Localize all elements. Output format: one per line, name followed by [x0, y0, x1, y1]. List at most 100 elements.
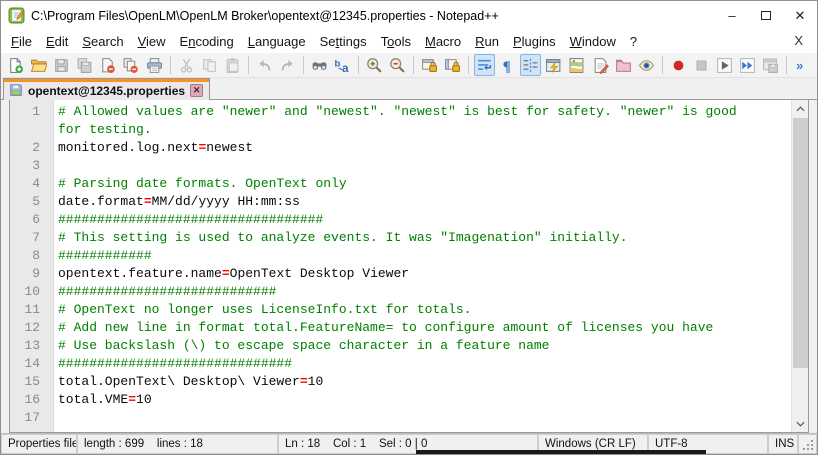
- code-line[interactable]: 3: [10, 157, 791, 175]
- menu-item-edit[interactable]: Edit: [39, 32, 75, 51]
- code-line[interactable]: 16total.VME=10: [10, 391, 791, 409]
- tab-opentext-properties[interactable]: opentext@12345.properties ✕: [3, 78, 210, 100]
- show-all-characters-button[interactable]: ¶: [497, 54, 518, 76]
- menu-item-search[interactable]: Search: [75, 32, 130, 51]
- record-macro-button[interactable]: [668, 54, 689, 76]
- scroll-down-arrow-icon[interactable]: [792, 415, 809, 432]
- code-line[interactable]: 14##############################: [10, 355, 791, 373]
- menu-item-file[interactable]: File: [4, 32, 39, 51]
- document-list-button[interactable]: [590, 54, 611, 76]
- code-line[interactable]: 2monitored.log.next=newest: [10, 139, 791, 157]
- line-number: 1: [10, 103, 47, 121]
- toolbar-separator: [248, 56, 249, 74]
- document-map-icon: [568, 57, 585, 74]
- code-line[interactable]: 7# This setting is used to analyze event…: [10, 229, 791, 247]
- token-comment: ############: [58, 248, 152, 263]
- code-line[interactable]: 12# Add new line in format total.Feature…: [10, 319, 791, 337]
- tab-close-icon[interactable]: ✕: [190, 84, 203, 97]
- code-line[interactable]: 11# OpenText no longer uses LicenseInfo.…: [10, 301, 791, 319]
- code-line[interactable]: 5date.format=MM/dd/yyyy HH:mm:ss: [10, 193, 791, 211]
- code-line[interactable]: 17: [10, 409, 791, 427]
- sync-horizontal-icon: [444, 57, 461, 74]
- menubar-close-button[interactable]: X: [790, 32, 807, 49]
- play-macro-button[interactable]: [714, 54, 735, 76]
- undo-icon: [256, 57, 273, 74]
- indent-guide-button[interactable]: [520, 54, 541, 76]
- svg-text:b: b: [334, 58, 340, 69]
- sync-vertical-button[interactable]: [419, 54, 440, 76]
- code-line[interactable]: 8 ############: [10, 247, 791, 265]
- save-macro-icon: [762, 57, 779, 74]
- code-line[interactable]: 10############################: [10, 283, 791, 301]
- code-line[interactable]: 1# Allowed values are "newer" and "newes…: [10, 103, 791, 121]
- stop-macro-button: [691, 54, 712, 76]
- status-doc-type: Properties file: [1, 434, 77, 454]
- close-window-button[interactable]: ✕: [783, 1, 817, 30]
- code-line[interactable]: 4# Parsing date formats. OpenText only: [10, 175, 791, 193]
- token-value: MM/dd/yyyy HH:mm:ss: [152, 194, 300, 209]
- new-file-button[interactable]: [5, 54, 26, 76]
- replace-button[interactable]: ba: [332, 54, 353, 76]
- menu-item-view[interactable]: View: [131, 32, 173, 51]
- menu-item-tools[interactable]: Tools: [374, 32, 418, 51]
- close-doc-button[interactable]: [97, 54, 118, 76]
- status-insert-mode[interactable]: INS: [768, 434, 798, 454]
- menu-item-help[interactable]: ?: [623, 32, 644, 51]
- folder-as-workspace-button[interactable]: [613, 54, 634, 76]
- document-map-button[interactable]: [566, 54, 587, 76]
- scroll-up-arrow-icon[interactable]: [792, 100, 809, 117]
- code-area[interactable]: 1# Allowed values are "newer" and "newes…: [10, 103, 791, 427]
- paste-icon: [224, 57, 241, 74]
- run-macro-multiple-button[interactable]: [737, 54, 758, 76]
- line-number: 17: [10, 409, 47, 427]
- menu-item-settings[interactable]: Settings: [313, 32, 374, 51]
- title-bar: C:\Program Files\OpenLM\OpenLM Broker\op…: [1, 1, 817, 30]
- code-line[interactable]: 6##################################: [10, 211, 791, 229]
- paste-button: [222, 54, 243, 76]
- menu-item-language[interactable]: Language: [241, 32, 313, 51]
- find-button[interactable]: [309, 54, 330, 76]
- monitoring-icon: [638, 57, 655, 74]
- resize-grip[interactable]: [798, 434, 817, 454]
- menu-item-plugins[interactable]: Plugins: [506, 32, 563, 51]
- scrollbar-thumb[interactable]: [793, 118, 808, 368]
- sync-vertical-icon: [421, 57, 438, 74]
- monitoring-button[interactable]: [636, 54, 657, 76]
- open-button[interactable]: [28, 54, 49, 76]
- code-line[interactable]: 13# Use backslash (\) to escape space ch…: [10, 337, 791, 355]
- token-comment: # Parsing date formats. OpenText only: [58, 176, 347, 191]
- menu-item-encoding[interactable]: Encoding: [173, 32, 241, 51]
- function-list-button[interactable]: [543, 54, 564, 76]
- line-number: 7: [10, 229, 47, 247]
- window-title: C:\Program Files\OpenLM\OpenLM Broker\op…: [31, 9, 715, 23]
- vertical-scrollbar[interactable]: [791, 100, 808, 432]
- toolbar: ba ¶ »: [1, 53, 817, 78]
- cut-icon: [178, 57, 195, 74]
- print-button[interactable]: [143, 54, 164, 76]
- new-file-icon: [7, 57, 24, 74]
- undo-button: [254, 54, 275, 76]
- close-all-button[interactable]: [120, 54, 141, 76]
- menu-item-run[interactable]: Run: [468, 32, 506, 51]
- menu-item-macro[interactable]: Macro: [418, 32, 468, 51]
- line-number: 8: [10, 247, 47, 265]
- zoom-out-button[interactable]: [387, 54, 408, 76]
- word-wrap-button[interactable]: [474, 54, 495, 76]
- token-value: OpenText Desktop Viewer: [230, 266, 409, 281]
- code-line[interactable]: 9opentext.feature.name=OpenText Desktop …: [10, 265, 791, 283]
- find-icon: [311, 57, 328, 74]
- menu-item-window[interactable]: Window: [563, 32, 623, 51]
- zoom-in-button[interactable]: [364, 54, 385, 76]
- svg-text:»: »: [796, 57, 803, 72]
- zoom-out-icon: [389, 57, 406, 74]
- sync-horizontal-button[interactable]: [442, 54, 463, 76]
- save-all-button: [74, 54, 95, 76]
- minimize-button[interactable]: –: [715, 1, 749, 30]
- tab-bar: opentext@12345.properties ✕: [1, 78, 817, 100]
- function-list-icon: [545, 57, 562, 74]
- token-key: date.format: [58, 194, 144, 209]
- code-line[interactable]: 15total.OpenText\ Desktop\ Viewer=10: [10, 373, 791, 391]
- code-line[interactable]: for testing.: [10, 121, 791, 139]
- maximize-button[interactable]: [749, 1, 783, 30]
- toolbar-overflow-button[interactable]: »: [792, 54, 813, 76]
